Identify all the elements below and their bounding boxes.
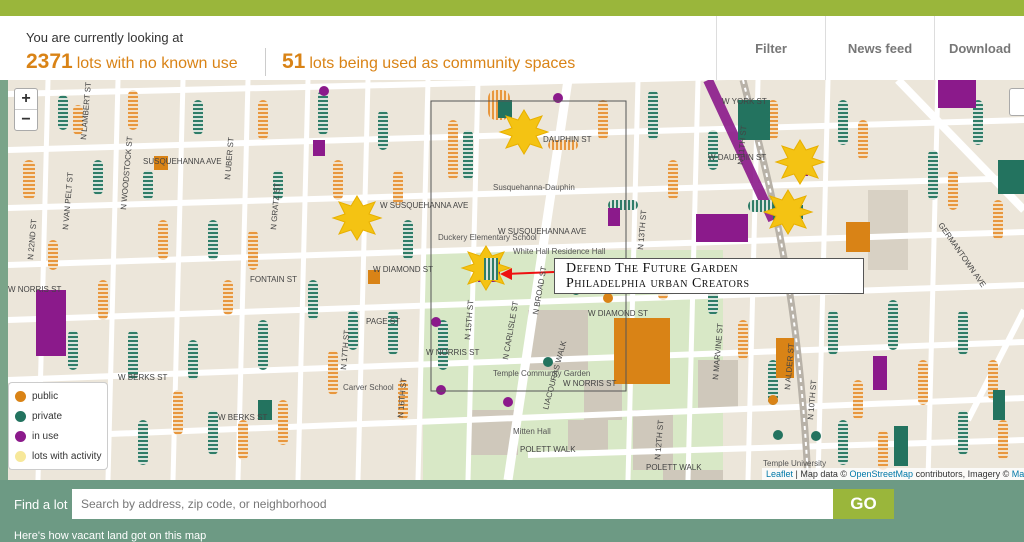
find-label: Find a lot: [14, 497, 68, 512]
activity-swatch-icon: [15, 451, 26, 462]
vacant-lots-count: 2371: [26, 50, 73, 73]
community-lots-stat: 51 lots being used as community spaces: [282, 50, 575, 74]
download-button[interactable]: Download: [934, 16, 1024, 80]
legend-item-private: private: [15, 411, 62, 422]
top-accent-bar: [0, 0, 1024, 16]
place-label: Duckery Elementary School: [438, 233, 537, 242]
street-label: POLETT WALK: [520, 445, 576, 454]
place-label: Mitten Hall: [513, 427, 551, 436]
street-label: POLETT WALK: [646, 463, 702, 472]
leaflet-link[interactable]: Leaflet: [766, 469, 793, 479]
place-label: Carver School: [343, 383, 394, 392]
place-label: Susquehanna-Dauphin: [493, 183, 575, 192]
street-label: DAUPHIN ST: [543, 135, 592, 144]
place-label: Temple University: [763, 459, 826, 468]
imagery-link[interactable]: Map: [1012, 469, 1024, 479]
vacant-lots-stat: 2371 lots with no known use: [26, 50, 238, 74]
help-link[interactable]: Here's how vacant land got on this map: [14, 530, 206, 542]
map-attribution: Leaflet | Map data © OpenStreetMap contr…: [762, 468, 1024, 480]
street-label: W DIAMOND ST: [588, 309, 648, 318]
legend-item-in-use: in use: [15, 431, 59, 442]
street-label: W NORRIS ST: [563, 379, 616, 388]
attribution-text: contributors, Imagery ©: [913, 469, 1012, 479]
zoom-in-button[interactable]: +: [15, 89, 37, 109]
legend-label: lots with activity: [32, 451, 102, 462]
private-swatch-icon: [15, 411, 26, 422]
legend-label: public: [32, 391, 59, 402]
callout-line-1: Defend The Future Garden: [566, 261, 739, 276]
street-label: W NORRIS ST: [8, 285, 61, 294]
find-a-lot-bar: Find a lot GO Here's how vacant land got…: [0, 480, 1024, 542]
community-lots-count: 51: [282, 50, 306, 73]
legend-label: private: [32, 411, 63, 422]
osm-link[interactable]: OpenStreetMap: [850, 469, 914, 479]
public-swatch-icon: [15, 391, 26, 402]
annotation-callout: Defend The Future Garden Philadelphia ur…: [554, 258, 864, 294]
zoom-out-button[interactable]: −: [15, 109, 37, 130]
map-legend: public private in use lots with activity: [8, 382, 108, 470]
place-label: Temple Community Garden: [493, 369, 590, 378]
street-label: W BERKS ST: [118, 373, 167, 382]
left-page-edge: [0, 80, 8, 480]
street-label: W SUSQUEHANNA AVE: [380, 201, 468, 210]
go-button[interactable]: GO: [833, 489, 894, 519]
community-lots-label: lots being used as community spaces: [309, 55, 576, 72]
search-input[interactable]: [72, 489, 833, 519]
layers-icon[interactable]: [1009, 88, 1024, 116]
callout-line-2: Philadelphia urban Creators: [566, 276, 750, 291]
header-intro: You are currently looking at: [26, 30, 184, 45]
vacant-lots-label: lots with no known use: [76, 55, 238, 72]
street-label: SUSQUEHANNA AVE: [143, 157, 222, 166]
place-label: White Hall Residence Hall: [513, 247, 606, 256]
attribution-text: | Map data ©: [793, 469, 850, 479]
lots-map[interactable]: W YORK ST DAUPHIN ST W DAUPHIN ST SUSQUE…: [8, 80, 1024, 480]
street-label: FONTAIN ST: [250, 275, 297, 284]
zoom-control: + −: [14, 88, 38, 131]
stats-header: You are currently looking at 2371 lots wi…: [0, 16, 1024, 81]
street-label: W DIAMOND ST: [373, 265, 433, 274]
filter-button[interactable]: Filter: [716, 16, 825, 80]
street-label: W BERKS ST: [218, 413, 267, 422]
map-canvas: W YORK ST DAUPHIN ST W DAUPHIN ST SUSQUE…: [8, 80, 1024, 480]
legend-item-activity: lots with activity: [15, 451, 101, 462]
legend-label: in use: [32, 431, 59, 442]
street-label: PAGE ST: [366, 317, 400, 326]
in-use-swatch-icon: [15, 431, 26, 442]
street-label: W YORK ST: [722, 97, 767, 106]
street-label: W NORRIS ST: [426, 348, 479, 357]
stat-divider: [265, 48, 266, 76]
news-feed-button[interactable]: News feed: [825, 16, 934, 80]
legend-item-public: public: [15, 391, 58, 402]
